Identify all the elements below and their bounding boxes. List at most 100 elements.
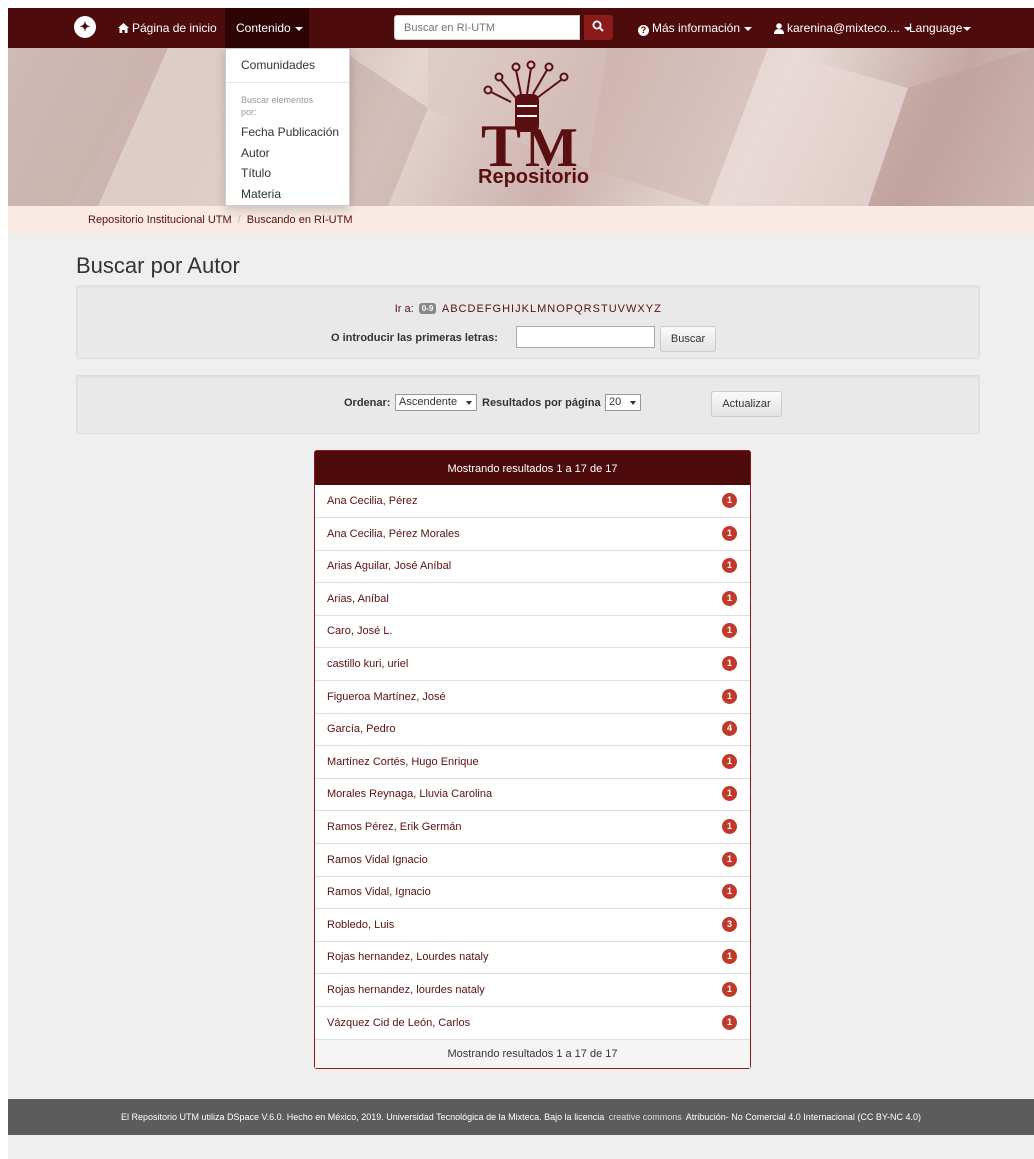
jump-letter-link[interactable]: F [485,303,492,315]
author-row[interactable]: García, Pedro 4 [315,713,750,747]
author-row[interactable]: Ramos Vidal, Ignacio 1 [315,876,750,910]
starts-with-search-button[interactable]: Buscar [660,326,716,352]
item-count-badge: 1 [722,753,737,769]
content-menu-toggle[interactable]: Contenido [225,8,309,48]
item-count-badge: 4 [722,721,737,737]
jump-letter-link[interactable]: L [530,303,536,315]
author-name-link[interactable]: Caro, José L. [327,625,392,637]
author-name-link[interactable]: Arias, Aníbal [327,593,389,605]
author-name-link[interactable]: Ana Cecilia, Pérez Morales [327,528,460,540]
jump-letter-link[interactable]: X [637,303,644,315]
content-label: Contenido [236,21,291,35]
author-name-link[interactable]: Martínez Cortés, Hugo Enrique [327,756,479,768]
menu-item-subject[interactable]: Materia [241,187,281,201]
author-name-link[interactable]: Morales Reynaga, Lluvia Carolina [327,788,492,800]
update-button[interactable]: Actualizar [711,391,782,417]
breadcrumb-root[interactable]: Repositorio Institucional UTM [88,214,232,226]
menu-item-title[interactable]: Título [241,166,271,180]
creative-commons-icon[interactable]: creative commons [609,1099,682,1135]
author-row[interactable]: Robledo, Luis 3 [315,909,750,942]
author-row[interactable]: Arias, Aníbal 1 [315,583,750,616]
author-row[interactable]: Martínez Cortés, Hugo Enrique 1 [315,746,750,779]
author-name-link[interactable]: Robledo, Luis [327,919,394,931]
search-input[interactable] [394,15,580,40]
author-row[interactable]: Rojas hernandez, Lourdes nataly 1 [315,941,750,975]
search-button[interactable] [584,15,613,40]
author-row[interactable]: Rojas hernandez, lourdes nataly 1 [315,974,750,1007]
jump-letter-link[interactable]: H [502,303,510,315]
language-menu[interactable]: Language [909,8,972,48]
order-select[interactable]: Ascendente [395,394,477,411]
jump-letter-link[interactable]: Z [654,303,661,315]
author-name-link[interactable]: Ramos Vidal Ignacio [327,854,428,866]
starts-with-label: O introducir las primeras letras: [331,332,498,344]
author-name-link[interactable]: Ana Cecilia, Pérez [327,495,418,507]
author-row[interactable]: Ana Cecilia, Pérez 1 [315,485,750,518]
jump-letter-link[interactable]: E [476,303,483,315]
item-count-badge: 1 [722,884,737,900]
item-count-badge: 1 [722,819,737,834]
author-row[interactable]: Vázquez Cid de León, Carlos 1 [315,1007,750,1040]
author-name-link[interactable]: Rojas hernandez, lourdes nataly [327,984,485,996]
jump-letter-link[interactable]: Y [646,303,653,315]
jump-letter-link[interactable]: A [442,303,449,315]
jump-letter-link[interactable]: U [609,303,617,315]
jump-letter-link[interactable]: W [626,303,636,315]
author-name-link[interactable]: castillo kuri, uriel [327,658,408,670]
menu-item-date[interactable]: Fecha Publicación [241,125,339,139]
jump-letter-link[interactable]: M [537,303,546,315]
jump-letter-link[interactable]: O [556,303,565,315]
author-name-link[interactable]: Figueroa Martínez, José [327,691,446,703]
more-info-menu[interactable]: ? Más información [638,8,753,48]
page-title: Buscar por Autor [76,253,240,278]
jump-letter-link[interactable]: D [467,303,475,315]
menu-item-communities[interactable]: Comunidades [241,58,315,72]
jump-letter-link[interactable]: Q [574,303,583,315]
menu-divider [226,82,349,83]
author-name-link[interactable]: Ramos Vidal, Ignacio [327,886,431,898]
breadcrumb-current[interactable]: Buscando en RI-UTM [247,214,353,226]
author-name-link[interactable]: Arias Aguilar, José Aníbal [327,560,451,572]
author-row[interactable]: Figueroa Martínez, José 1 [315,681,750,714]
footer-license[interactable]: Atribución- No Comercial 4.0 Internacion… [686,1112,921,1122]
utm-logo-icon[interactable]: ✦ [74,16,96,38]
caret-down-icon [294,26,303,31]
order-label: Ordenar: [344,397,391,409]
rpp-select[interactable]: 20 [605,394,641,411]
jump-letter-link[interactable]: C [459,303,467,315]
author-row[interactable]: Arias Aguilar, José Aníbal 1 [315,550,750,584]
jump-letter-link[interactable]: G [493,303,502,315]
rpp-value: 20 [609,396,622,408]
author-name-link[interactable]: Vázquez Cid de León, Carlos [327,1017,470,1029]
jump-letter-link[interactable]: S [593,303,600,315]
user-menu[interactable]: karenina@mixteco.... [774,8,912,48]
caret-down-icon [744,26,753,31]
item-count-badge: 1 [722,851,737,867]
author-row[interactable]: Morales Reynaga, Lluvia Carolina 1 [315,778,750,812]
author-name-link[interactable]: Rojas hernandez, Lourdes nataly [327,951,488,963]
breadcrumb: Repositorio Institucional UTM / Buscando e… [8,206,1034,234]
jump-letter-link[interactable]: N [547,303,555,315]
jump-letter-link[interactable]: P [566,303,573,315]
more-info-label: Más información [652,21,741,35]
starts-with-input[interactable] [516,326,655,348]
author-row[interactable]: castillo kuri, uriel 1 [315,648,750,681]
jump-letter-link[interactable]: J [515,303,521,315]
jump-letter-link[interactable]: I [511,303,514,315]
item-count-badge: 1 [722,982,737,997]
jump-letter-link[interactable]: T [601,303,608,315]
author-row[interactable]: Ramos Pérez, Erik Germán 1 [315,811,750,844]
author-row[interactable]: Caro, José L. 1 [315,615,750,649]
author-name-link[interactable]: Ramos Pérez, Erik Germán [327,821,461,833]
menu-item-author[interactable]: Autor [241,146,270,160]
jump-numeric[interactable]: 0-9 [418,303,437,314]
jump-letter-link[interactable]: B [450,303,457,315]
jump-letter-link[interactable]: K [522,303,529,315]
jump-letter-link[interactable]: V [618,303,625,315]
author-row[interactable]: Ana Cecilia, Pérez Morales 1 [315,518,750,551]
select-arrow-icon [630,401,636,405]
home-link[interactable]: Página de inicio [118,8,217,48]
author-name-link[interactable]: García, Pedro [327,723,395,735]
author-row[interactable]: Ramos Vidal Ignacio 1 [315,844,750,877]
jump-letter-link[interactable]: R [584,303,592,315]
